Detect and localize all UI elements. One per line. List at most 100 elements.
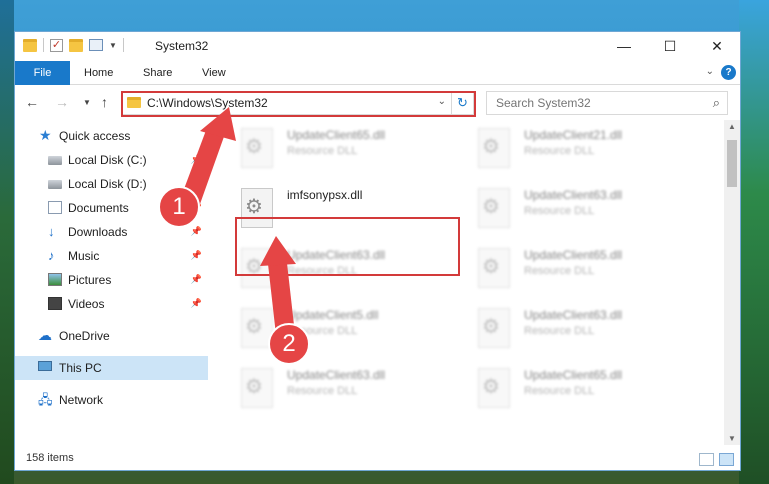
customize-toolbar-dropdown-icon[interactable]: ▼ — [109, 41, 117, 50]
music-icon: ♪ — [48, 248, 55, 263]
new-folder-icon[interactable] — [69, 38, 83, 52]
sidebar-item-label: Network — [59, 393, 104, 407]
star-icon: ★ — [39, 127, 52, 143]
expand-ribbon-chevron-icon[interactable]: ⌄ — [706, 66, 714, 77]
properties-check-icon[interactable]: ✓ — [50, 38, 63, 52]
forward-arrow-icon[interactable]: → — [55, 94, 69, 110]
close-button[interactable]: ✕ — [694, 32, 740, 61]
help-icon[interactable]: ? — [721, 65, 736, 80]
tab-home[interactable]: Home — [84, 61, 113, 85]
sidebar-item-label: Downloads — [68, 225, 128, 239]
vertical-scrollbar[interactable]: ▲ ▼ — [724, 120, 740, 445]
pin-icon[interactable]: 📌 — [191, 250, 202, 261]
address-bar-highlight — [121, 91, 476, 117]
title-bar: ✓ ▼ System32 — ☐ ✕ — [15, 32, 740, 61]
scrollbar-thumb[interactable] — [727, 140, 737, 187]
sidebar-item-music[interactable]: ♪ Music 📌 — [15, 244, 208, 268]
videos-icon — [48, 297, 62, 310]
back-arrow-icon[interactable]: ← — [25, 94, 39, 110]
file-type: Resource DLL — [287, 385, 358, 397]
file-name: UpdateClient5.dll — [287, 308, 379, 322]
gear-icon: ⚙ — [482, 196, 500, 218]
sidebar-item-label: This PC — [59, 361, 102, 375]
status-bar: 158 items — [15, 447, 740, 470]
computer-icon — [38, 361, 52, 371]
pin-icon[interactable]: 📌 — [191, 154, 202, 165]
file-explorer-window: ✓ ▼ System32 — ☐ ✕ File Home Share View … — [14, 31, 741, 471]
sidebar-item-this-pc[interactable]: This PC — [15, 356, 208, 380]
sidebar-item-videos[interactable]: Videos 📌 — [15, 292, 208, 316]
pictures-icon — [48, 273, 62, 286]
drive-icon — [48, 180, 62, 189]
sidebar-item-label: Quick access — [59, 129, 131, 143]
onedrive-icon: ☁ — [38, 327, 52, 343]
tab-share[interactable]: Share — [143, 61, 172, 85]
scroll-down-icon[interactable]: ▼ — [728, 434, 736, 443]
pin-icon[interactable]: 📌 — [191, 226, 202, 237]
gear-icon: ⚙ — [482, 376, 500, 398]
recent-locations-dropdown-icon[interactable]: ▼ — [83, 98, 91, 107]
file-item[interactable]: ⚙ UpdateClient63.dll Resource DLL — [472, 180, 697, 240]
tiles-view-icon[interactable] — [719, 453, 734, 466]
sidebar-item-network[interactable]: 🖧 Network — [15, 388, 208, 412]
pin-icon[interactable]: 📌 — [191, 274, 202, 285]
file-type: Resource DLL — [287, 145, 358, 157]
pin-icon[interactable]: 📌 — [191, 178, 202, 189]
gear-icon: ⚙ — [245, 196, 263, 218]
network-icon: 🖧 — [38, 392, 53, 407]
details-view-icon[interactable] — [699, 453, 714, 466]
file-item[interactable]: ⚙ UpdateClient65.dll Resource DLL — [472, 240, 697, 300]
sidebar-item-label: OneDrive — [59, 329, 110, 343]
sidebar-item-label: Local Disk (C:) — [68, 153, 147, 167]
item-count: 158 items — [26, 452, 74, 464]
gear-icon: ⚙ — [245, 376, 263, 398]
window-title: System32 — [155, 39, 209, 53]
file-type: Resource DLL — [524, 145, 595, 157]
sidebar-item-onedrive[interactable]: ☁ OneDrive — [15, 324, 208, 348]
tab-view[interactable]: View — [202, 61, 226, 85]
minimize-button[interactable]: — — [601, 32, 647, 61]
file-item[interactable]: ⚙ UpdateClient63.dll Resource DLL — [472, 300, 697, 360]
desktop-background-right — [739, 0, 769, 484]
file-item[interactable]: ⚙ UpdateClient65.dll Resource DLL — [235, 120, 460, 180]
gear-icon: ⚙ — [245, 316, 263, 338]
file-name: UpdateClient63.dll — [524, 188, 623, 202]
properties-icon[interactable] — [89, 39, 103, 51]
file-type: Resource DLL — [524, 205, 595, 217]
sidebar-item-local-disk-c[interactable]: Local Disk (C:) 📌 — [15, 148, 208, 172]
search-icon[interactable]: ⌕ — [713, 95, 720, 111]
file-type: Resource DLL — [524, 385, 595, 397]
file-name: UpdateClient65.dll — [287, 128, 386, 142]
tab-file[interactable]: File — [15, 61, 70, 85]
file-item[interactable]: ⚙ UpdateClient65.dll Resource DLL — [472, 360, 697, 420]
drive-icon — [48, 156, 62, 165]
sidebar-item-label: Videos — [68, 297, 105, 311]
file-highlight — [235, 217, 460, 276]
desktop-background-left — [0, 0, 14, 484]
sidebar-item-label: Local Disk (D:) — [68, 177, 147, 191]
step-1-badge: 1 — [158, 186, 200, 228]
file-name: UpdateClient21.dll — [524, 128, 623, 142]
file-item[interactable]: ⚙ UpdateClient63.dll Resource DLL — [235, 360, 460, 420]
search-input[interactable] — [487, 92, 699, 114]
up-arrow-icon[interactable]: ↑ — [101, 94, 108, 110]
maximize-button[interactable]: ☐ — [647, 32, 693, 61]
navigation-pane: ★ Quick access Local Disk (C:) 📌 Local D… — [15, 120, 208, 445]
file-type: Resource DLL — [524, 325, 595, 337]
scroll-up-icon[interactable]: ▲ — [728, 122, 736, 131]
file-item[interactable]: ⚙ UpdateClient21.dll Resource DLL — [472, 120, 697, 180]
toolbar-divider — [122, 38, 124, 52]
sidebar-item-label: Music — [68, 249, 100, 263]
search-box[interactable]: ⌕ — [486, 91, 728, 115]
file-type: Resource DLL — [524, 265, 595, 277]
file-name: UpdateClient65.dll — [524, 368, 623, 382]
pin-icon[interactable]: 📌 — [191, 298, 202, 309]
file-name: UpdateClient63.dll — [287, 368, 386, 382]
ribbon-tabs: File Home Share View ⌄ ? — [15, 61, 740, 85]
sidebar-item-quick-access[interactable]: ★ Quick access — [15, 124, 208, 148]
sidebar-item-pictures[interactable]: Pictures 📌 — [15, 268, 208, 292]
gear-icon: ⚙ — [482, 256, 500, 278]
sidebar-item-label: Pictures — [68, 273, 112, 287]
documents-icon — [48, 201, 62, 214]
file-list: ⚙ UpdateClient65.dll Resource DLL ⚙ Upda… — [209, 120, 725, 445]
